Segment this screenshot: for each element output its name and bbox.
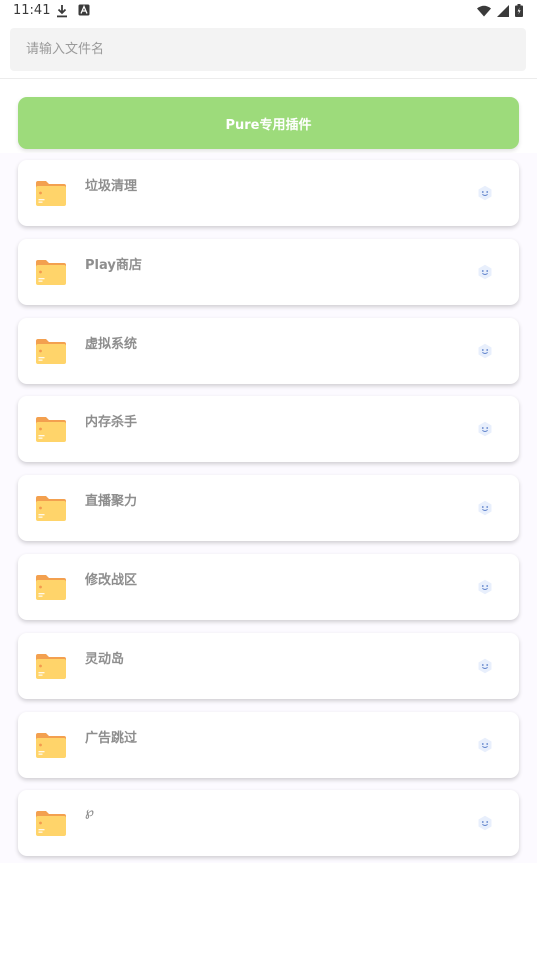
plugin-card[interactable]: 垃圾清理 bbox=[18, 160, 519, 226]
search-bar bbox=[10, 28, 526, 71]
plugin-card-label: 灵动岛 bbox=[85, 652, 125, 667]
smiley-icon[interactable] bbox=[477, 737, 493, 753]
smiley-icon[interactable] bbox=[477, 185, 493, 201]
smiley-icon[interactable] bbox=[477, 500, 493, 516]
signal-icon bbox=[497, 4, 509, 21]
smiley-icon[interactable] bbox=[477, 579, 493, 595]
plugin-card-label: 直播聚力 bbox=[85, 494, 138, 509]
pure-plugin-button-label: Pure专用插件 bbox=[225, 117, 312, 133]
header-divider bbox=[0, 78, 537, 79]
plugin-card-label: 内存杀手 bbox=[85, 415, 138, 430]
plugin-card-label: 广告跳过 bbox=[85, 731, 138, 746]
plugin-card-label: Play商店 bbox=[85, 258, 142, 273]
status-time: 11:41 bbox=[13, 3, 51, 18]
folder-icon bbox=[35, 731, 67, 759]
status-bar: 11:41 bbox=[0, 0, 537, 22]
plugin-card[interactable]: 灵动岛 bbox=[18, 633, 519, 699]
folder-icon bbox=[35, 258, 67, 286]
folder-icon bbox=[35, 652, 67, 680]
pure-plugin-button[interactable]: Pure专用插件 bbox=[18, 97, 519, 149]
plugin-card-label: ℘ bbox=[85, 805, 95, 820]
plugin-card[interactable]: ℘ bbox=[18, 790, 519, 856]
plugin-card-label: 虚拟系统 bbox=[85, 337, 138, 352]
smiley-icon[interactable] bbox=[477, 264, 493, 280]
plugin-card-label: 修改战区 bbox=[85, 573, 138, 588]
plugin-card-label: 垃圾清理 bbox=[85, 179, 138, 194]
search-input[interactable] bbox=[10, 28, 526, 71]
wifi-icon bbox=[477, 5, 491, 21]
smiley-icon[interactable] bbox=[477, 658, 493, 674]
folder-icon bbox=[35, 337, 67, 365]
battery-icon bbox=[515, 4, 523, 21]
folder-icon bbox=[35, 179, 67, 207]
smiley-icon[interactable] bbox=[477, 343, 493, 359]
plugin-card[interactable]: 虚拟系统 bbox=[18, 318, 519, 384]
font-badge-icon bbox=[78, 4, 90, 22]
folder-icon bbox=[35, 415, 67, 443]
plugin-card[interactable]: Play商店 bbox=[18, 239, 519, 305]
plugin-card[interactable]: 直播聚力 bbox=[18, 475, 519, 541]
plugin-card[interactable]: 广告跳过 bbox=[18, 712, 519, 778]
folder-icon bbox=[35, 809, 67, 837]
plugin-card[interactable]: 内存杀手 bbox=[18, 396, 519, 462]
smiley-icon[interactable] bbox=[477, 815, 493, 831]
plugin-card[interactable]: 修改战区 bbox=[18, 554, 519, 620]
folder-icon bbox=[35, 494, 67, 522]
smiley-icon[interactable] bbox=[477, 421, 493, 437]
download-icon bbox=[56, 4, 68, 22]
folder-icon bbox=[35, 573, 67, 601]
